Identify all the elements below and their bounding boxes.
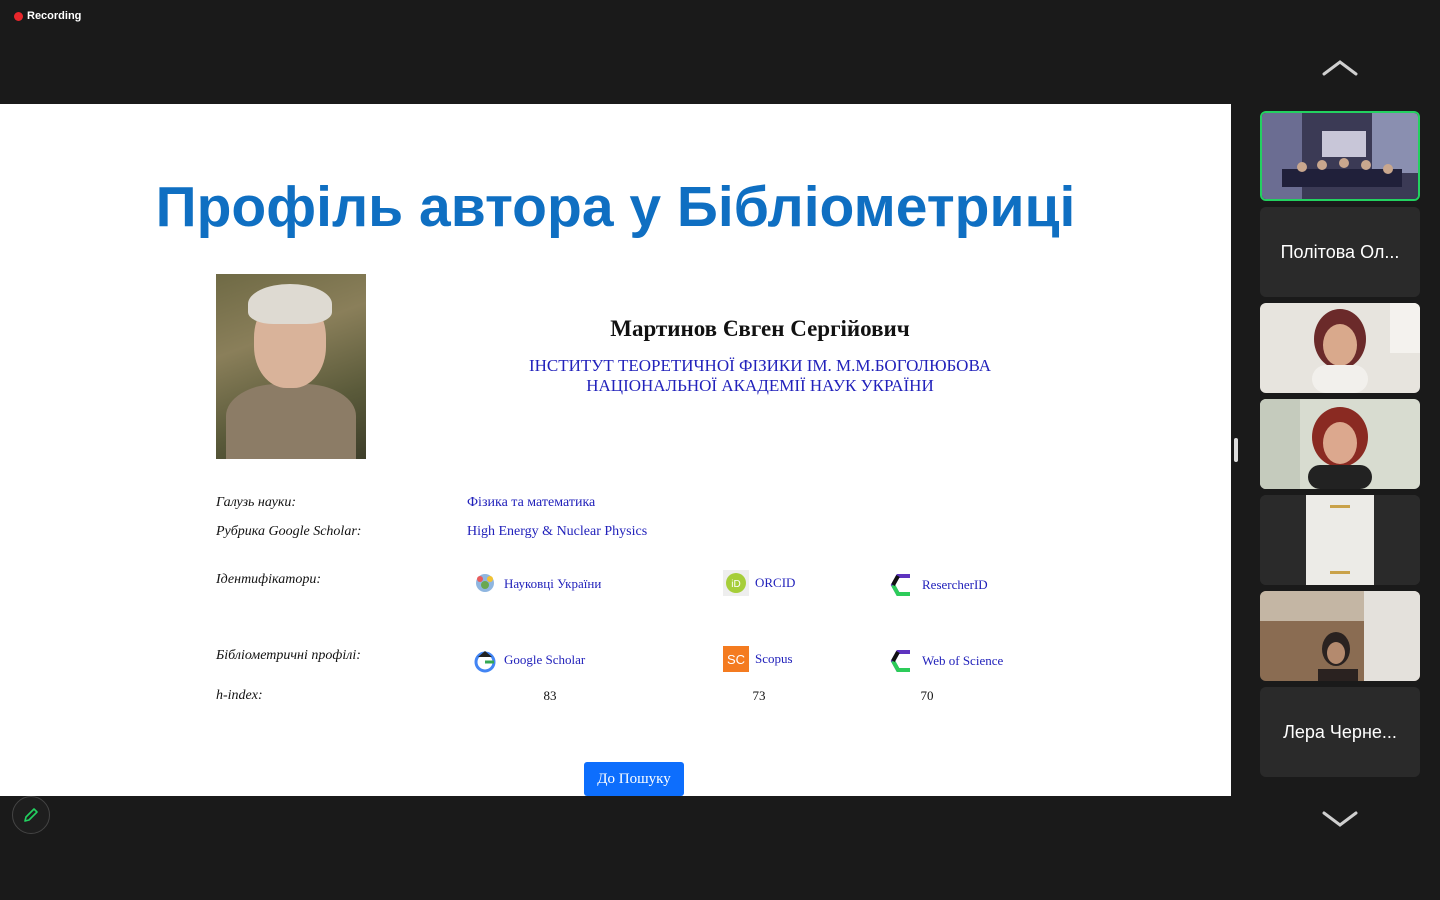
link-label: Scopus xyxy=(755,651,793,666)
link-label: ORCID xyxy=(755,575,796,590)
google-scholar-icon xyxy=(472,647,498,673)
chevron-down-icon[interactable] xyxy=(1320,807,1360,831)
svg-text:SC: SC xyxy=(727,652,745,667)
chevron-up-icon[interactable] xyxy=(1320,56,1360,80)
link-google-scholar[interactable]: Google Scholar xyxy=(472,647,585,673)
link-label: Google Scholar xyxy=(504,652,586,667)
institution-line-2: НАЦІОНАЛЬНОЇ АКАДЕМІЇ НАУК УКРАЇНИ xyxy=(586,376,934,395)
author-photo xyxy=(216,274,366,459)
recording-dot-icon xyxy=(14,11,23,21)
link-orcid[interactable]: iD ORCID xyxy=(723,570,795,596)
svg-text:iD: iD xyxy=(731,579,740,590)
field-label: Галузь науки: xyxy=(216,495,297,510)
participant-video xyxy=(1260,591,1420,681)
pencil-icon xyxy=(24,808,38,822)
participant-name: Лера Черне... xyxy=(1283,721,1397,742)
hindex-google-scholar: 83 xyxy=(543,688,557,703)
rubric-label: Рубрика Google Scholar: xyxy=(216,524,362,539)
participant-video xyxy=(1262,113,1418,199)
hindex-web-of-science: 70 xyxy=(920,688,934,703)
participant-tile[interactable] xyxy=(1260,591,1420,681)
clarivate-icon xyxy=(890,648,916,674)
participant-video xyxy=(1260,495,1420,585)
participant-video xyxy=(1260,303,1420,393)
shared-screen: Профіль автора у Бібліометриці Мартинов … xyxy=(0,104,1231,796)
slide-title: Профіль автора у Бібліометриці xyxy=(155,175,1076,239)
institution-line-1: ІНСТИТУТ ТЕОРЕТИЧНОЇ ФІЗИКИ ІМ. М.М.БОГО… xyxy=(528,356,992,375)
participant-tile[interactable] xyxy=(1260,495,1420,585)
participant-tile[interactable] xyxy=(1260,111,1420,201)
hindex-label: h-index: xyxy=(216,688,263,703)
recording-label: Recording xyxy=(27,10,82,22)
naukovtsi-icon xyxy=(472,571,498,597)
link-label: Web of Science xyxy=(922,653,1004,668)
field-value[interactable]: Фізика та математика xyxy=(467,495,595,511)
participant-tile[interactable]: Лера Черне... xyxy=(1260,687,1420,777)
participant-tile[interactable]: Політова Ол... xyxy=(1260,207,1420,297)
link-naukovtsi[interactable]: Науковці України xyxy=(472,571,601,597)
link-label: Науковці України xyxy=(504,576,602,591)
participant-video xyxy=(1260,399,1420,489)
panel-resize-handle[interactable] xyxy=(1234,438,1238,462)
link-researcherid[interactable]: ResercherID xyxy=(890,572,988,598)
annotate-button[interactable] xyxy=(12,796,50,834)
participant-name: Політова Ол... xyxy=(1280,241,1400,262)
profiles-label: Бібліометричні профілі: xyxy=(216,648,361,663)
to-search-button[interactable]: До Пошуку xyxy=(584,762,684,796)
identifiers-label: Ідентифікатори: xyxy=(216,572,321,587)
participant-tile[interactable] xyxy=(1260,303,1420,393)
hindex-scopus: 73 xyxy=(752,688,766,703)
author-institution: ІНСТИТУТ ТЕОРЕТИЧНОЇ ФІЗИКИ ІМ. М.М.БОГО… xyxy=(400,356,1120,396)
orcid-icon: iD xyxy=(723,570,749,596)
link-label: ResercherID xyxy=(922,577,988,592)
rubric-value[interactable]: High Energy & Nuclear Physics xyxy=(467,524,647,540)
clarivate-icon xyxy=(890,572,916,598)
recording-indicator: Recording xyxy=(14,10,81,22)
scopus-icon: SC xyxy=(723,646,749,672)
link-scopus[interactable]: SC Scopus xyxy=(723,646,793,672)
author-name: Мартинов Євген Сергійович xyxy=(610,316,910,341)
participant-tile[interactable] xyxy=(1260,399,1420,489)
link-web-of-science[interactable]: Web of Science xyxy=(890,648,1003,674)
